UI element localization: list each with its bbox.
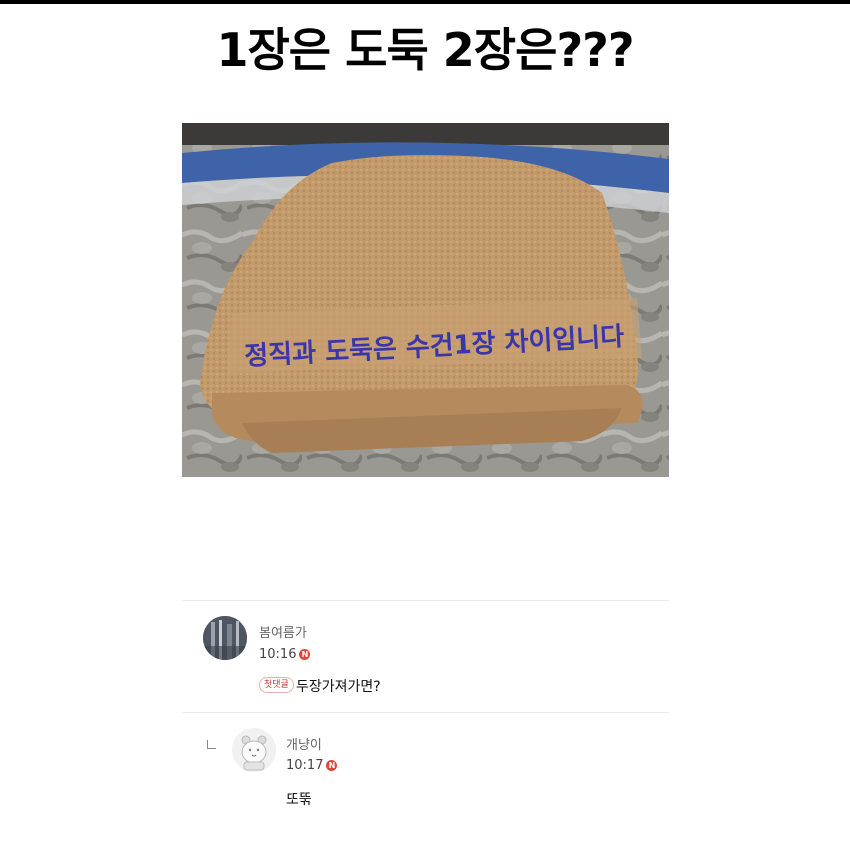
top-border	[0, 0, 850, 4]
first-comment-badge: 첫댓글	[259, 677, 294, 693]
divider	[182, 712, 669, 713]
avatar[interactable]	[203, 616, 247, 660]
avatar[interactable]	[232, 728, 276, 772]
comment-text: 또뚞	[286, 792, 312, 808]
comment-nickname[interactable]: 개냥이	[286, 734, 322, 753]
divider	[182, 600, 669, 601]
post-headline: 1장은 도둑 2장은???	[216, 23, 634, 77]
comment-nickname[interactable]: 봄여름가	[259, 622, 307, 641]
new-badge: N	[326, 760, 338, 771]
new-badge: N	[299, 649, 311, 660]
comment-text: 두장가져가면?	[296, 679, 381, 695]
comment-time-text: 10:17	[286, 758, 324, 773]
comment-time-text: 10:16	[259, 647, 297, 662]
comment-time: 10:16 N	[259, 647, 311, 662]
reply-arrow-icon	[207, 740, 216, 749]
comment-time: 10:17 N	[286, 758, 338, 773]
towel-photo: 정직과 도둑은 수건1장 차이입니다	[182, 123, 669, 477]
